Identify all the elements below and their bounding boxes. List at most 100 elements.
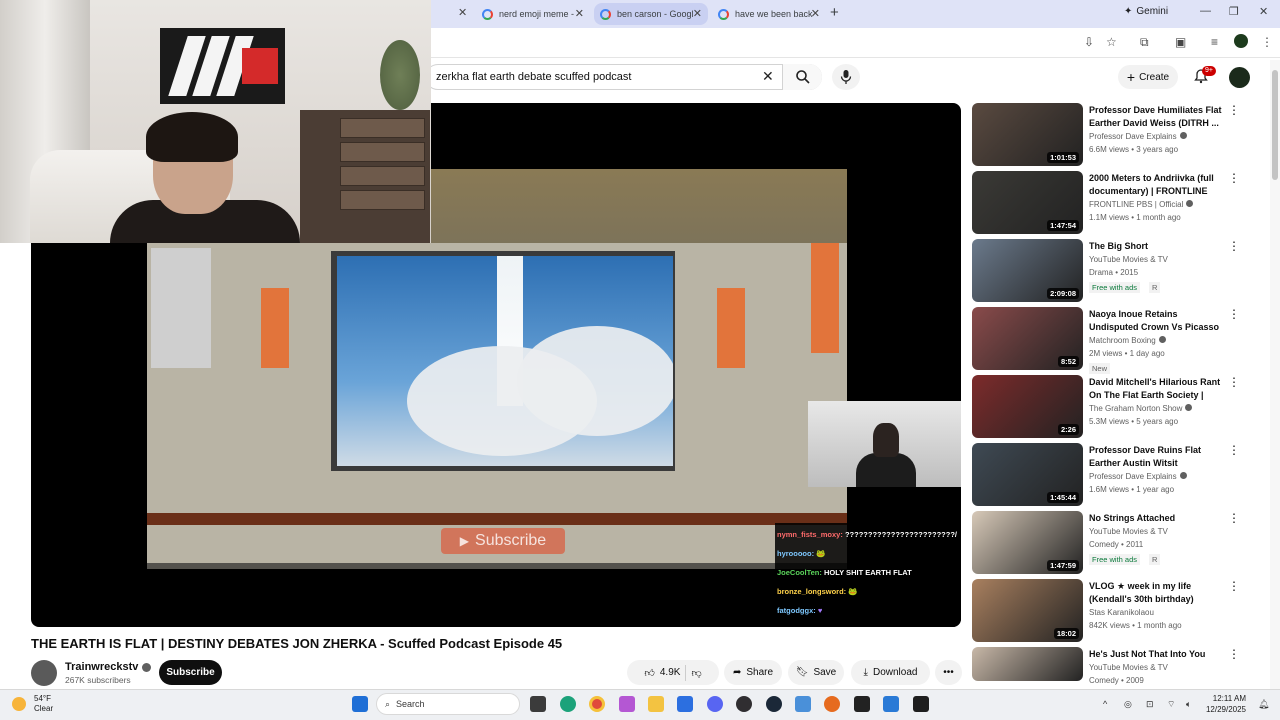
recommendation-item[interactable]: 2:09:08 The Big Short YouTube Movies & TV D… — [972, 239, 1252, 303]
app-icon[interactable] — [883, 696, 899, 712]
minimize-icon[interactable]: — — [1200, 5, 1211, 17]
recommendation-channel[interactable]: YouTube Movies & TV — [1089, 663, 1168, 672]
profile-avatar[interactable] — [1234, 34, 1248, 48]
recommendation-title[interactable]: The Big Short — [1089, 240, 1226, 253]
video-thumbnail[interactable]: 2:09:08 — [972, 239, 1083, 302]
recommendation-title[interactable]: No Strings Attached — [1089, 512, 1226, 525]
recommendation-title[interactable]: Naoya Inoue Retains Undisputed Crown Vs … — [1089, 308, 1226, 335]
more-options-icon[interactable]: ⋮ — [1228, 647, 1240, 661]
recommendation-item[interactable]: 1:01:53 Professor Dave Humiliates Flat Ea… — [972, 103, 1252, 167]
notification-bell-icon[interactable]: 🔔︎ — [1258, 699, 1269, 710]
tray-app-icon[interactable]: ◎ — [1124, 699, 1132, 710]
install-app-icon[interactable]: ⇩ — [1084, 35, 1094, 49]
clear-search-icon[interactable]: ✕ — [762, 68, 774, 85]
file-explorer-icon[interactable] — [648, 696, 664, 712]
more-actions-button[interactable]: ••• — [935, 660, 962, 685]
copilot-icon[interactable] — [619, 696, 635, 712]
taskbar-search[interactable]: ⌕ Search — [376, 693, 520, 715]
recommendation-channel[interactable]: Professor Dave Explains — [1089, 472, 1187, 481]
task-view-icon[interactable] — [530, 696, 546, 712]
wifi-icon[interactable]: ⌔ — [1167, 699, 1175, 710]
edge-icon[interactable] — [560, 696, 576, 712]
restore-icon[interactable]: ❐ — [1229, 5, 1239, 18]
save-button[interactable]: 🔖︎ Save — [788, 660, 844, 685]
recommendation-channel[interactable]: FRONTLINE PBS | Official — [1089, 200, 1194, 209]
store-icon[interactable] — [677, 696, 693, 712]
recommendation-channel[interactable]: Stas Karanikolaou — [1089, 608, 1154, 617]
capcut-icon[interactable] — [854, 696, 870, 712]
channel-name-link[interactable]: Trainwreckstv — [65, 661, 152, 673]
more-options-icon[interactable]: ⋮ — [1228, 171, 1240, 185]
video-thumbnail[interactable]: 1:47:54 — [972, 171, 1083, 234]
terminal-icon[interactable] — [913, 696, 929, 712]
recommendation-channel[interactable]: The Graham Norton Show — [1089, 404, 1193, 413]
account-avatar[interactable] — [1229, 67, 1250, 88]
video-thumbnail[interactable]: 18:02 — [972, 579, 1083, 642]
media-controls-icon[interactable]: ≡ — [1211, 35, 1218, 49]
window-close-icon[interactable]: ✕ — [1259, 5, 1268, 18]
more-options-icon[interactable]: ⋮ — [1228, 443, 1240, 457]
menu-icon[interactable]: ⋮ — [1261, 35, 1273, 49]
recommendation-channel[interactable]: YouTube Movies & TV — [1089, 255, 1168, 264]
voice-search-button[interactable] — [832, 64, 860, 90]
tab-close-icon[interactable]: ✕ — [693, 7, 702, 20]
recommendation-title[interactable]: Professor Dave Humiliates Flat Earther D… — [1089, 104, 1226, 130]
recommendation-title[interactable]: He's Just Not That Into You — [1089, 648, 1226, 661]
obs-icon[interactable] — [736, 696, 752, 712]
split-view-icon[interactable]: ▣ — [1175, 35, 1186, 49]
recommendation-channel[interactable]: Matchroom Boxing — [1089, 336, 1166, 345]
recommendation-item[interactable]: 8:52 Naoya Inoue Retains Undisputed Crown… — [972, 307, 1252, 374]
system-clock[interactable]: 12:11 AM 12/29/2025 — [1202, 693, 1246, 715]
recommendation-item[interactable]: 1:45:44 Professor Dave Ruins Flat Earther… — [972, 443, 1252, 507]
bookmark-star-icon[interactable]: ☆ — [1106, 35, 1117, 49]
recommendation-channel[interactable]: YouTube Movies & TV — [1089, 527, 1168, 536]
firefox-icon[interactable] — [824, 696, 840, 712]
recommendation-item[interactable]: 18:02 VLOG ★ week in my life (Kendall's 3… — [972, 579, 1252, 643]
video-thumbnail[interactable]: 2:26 — [972, 375, 1083, 438]
new-tab-icon[interactable]: + — [830, 4, 839, 21]
extensions-icon[interactable]: ⧉ — [1140, 35, 1149, 50]
tab-ben-carson[interactable]: ben carson - Googl ✕ — [594, 3, 708, 25]
recommendation-title[interactable]: David Mitchell's Hilarious Rant On The F… — [1089, 376, 1226, 403]
share-button[interactable]: ➦ Share — [724, 660, 782, 685]
download-button[interactable]: ⤓ Download — [851, 660, 930, 685]
more-options-icon[interactable]: ⋮ — [1228, 103, 1240, 117]
app-icon[interactable] — [795, 696, 811, 712]
recommendation-channel[interactable]: Professor Dave Explains — [1089, 132, 1187, 141]
more-options-icon[interactable]: ⋮ — [1228, 579, 1240, 593]
tray-chevron-icon[interactable]: ^ — [1103, 699, 1107, 709]
close-icon[interactable]: ✕ — [458, 6, 467, 19]
channel-avatar[interactable] — [31, 660, 57, 686]
recommendation-title[interactable]: Professor Dave Ruins Flat Earther Austin… — [1089, 444, 1226, 470]
recommendation-title[interactable]: VLOG ★ week in my life (Kendall's 30th b… — [1089, 580, 1226, 606]
chrome-icon[interactable] — [589, 696, 605, 712]
video-thumbnail[interactable]: 1:47:59 — [972, 511, 1083, 574]
subscribe-button[interactable]: Subscribe — [159, 660, 222, 685]
recommendation-item[interactable]: 2:26 David Mitchell's Hilarious Rant On T… — [972, 375, 1252, 439]
recommendation-title[interactable]: 2000 Meters to Andriivka (full documenta… — [1089, 172, 1226, 198]
video-thumbnail[interactable]: 1:45:44 — [972, 443, 1083, 506]
tab-nerd-emoji[interactable]: nerd emoji meme - ✕ — [476, 3, 590, 25]
video-thumbnail[interactable]: 8:52 — [972, 307, 1083, 370]
search-button[interactable] — [782, 64, 822, 90]
recommendation-item[interactable]: 1:47:54 2000 Meters to Andriivka (full do… — [972, 171, 1252, 235]
video-thumbnail[interactable]: 1:01:53 — [972, 103, 1083, 166]
volume-icon[interactable]: 🔈︎ — [1186, 699, 1191, 710]
like-button[interactable]: 👍︎ 4.9K — [644, 667, 680, 679]
recommendation-item[interactable]: 1:47:59 No Strings Attached YouTube Movies… — [972, 511, 1252, 575]
tab-have-we-been-back[interactable]: have we been back ✕ — [712, 3, 826, 25]
scrollbar-thumb[interactable] — [1272, 70, 1278, 180]
more-options-icon[interactable]: ⋮ — [1228, 307, 1240, 321]
discord-icon[interactable] — [707, 696, 723, 712]
page-scrollbar[interactable] — [1270, 60, 1280, 690]
more-options-icon[interactable]: ⋮ — [1228, 239, 1240, 253]
more-options-icon[interactable]: ⋮ — [1228, 511, 1240, 525]
tab-close-icon[interactable]: ✕ — [575, 7, 584, 20]
video-thumbnail[interactable] — [972, 647, 1083, 681]
gemini-button[interactable]: ✦ Gemini — [1124, 6, 1168, 17]
steam-icon[interactable] — [766, 696, 782, 712]
tab-close-icon[interactable]: ✕ — [811, 7, 820, 20]
more-options-icon[interactable]: ⋮ — [1228, 375, 1240, 389]
create-button[interactable]: + Create — [1118, 65, 1178, 89]
windows-start-icon[interactable] — [352, 696, 368, 712]
